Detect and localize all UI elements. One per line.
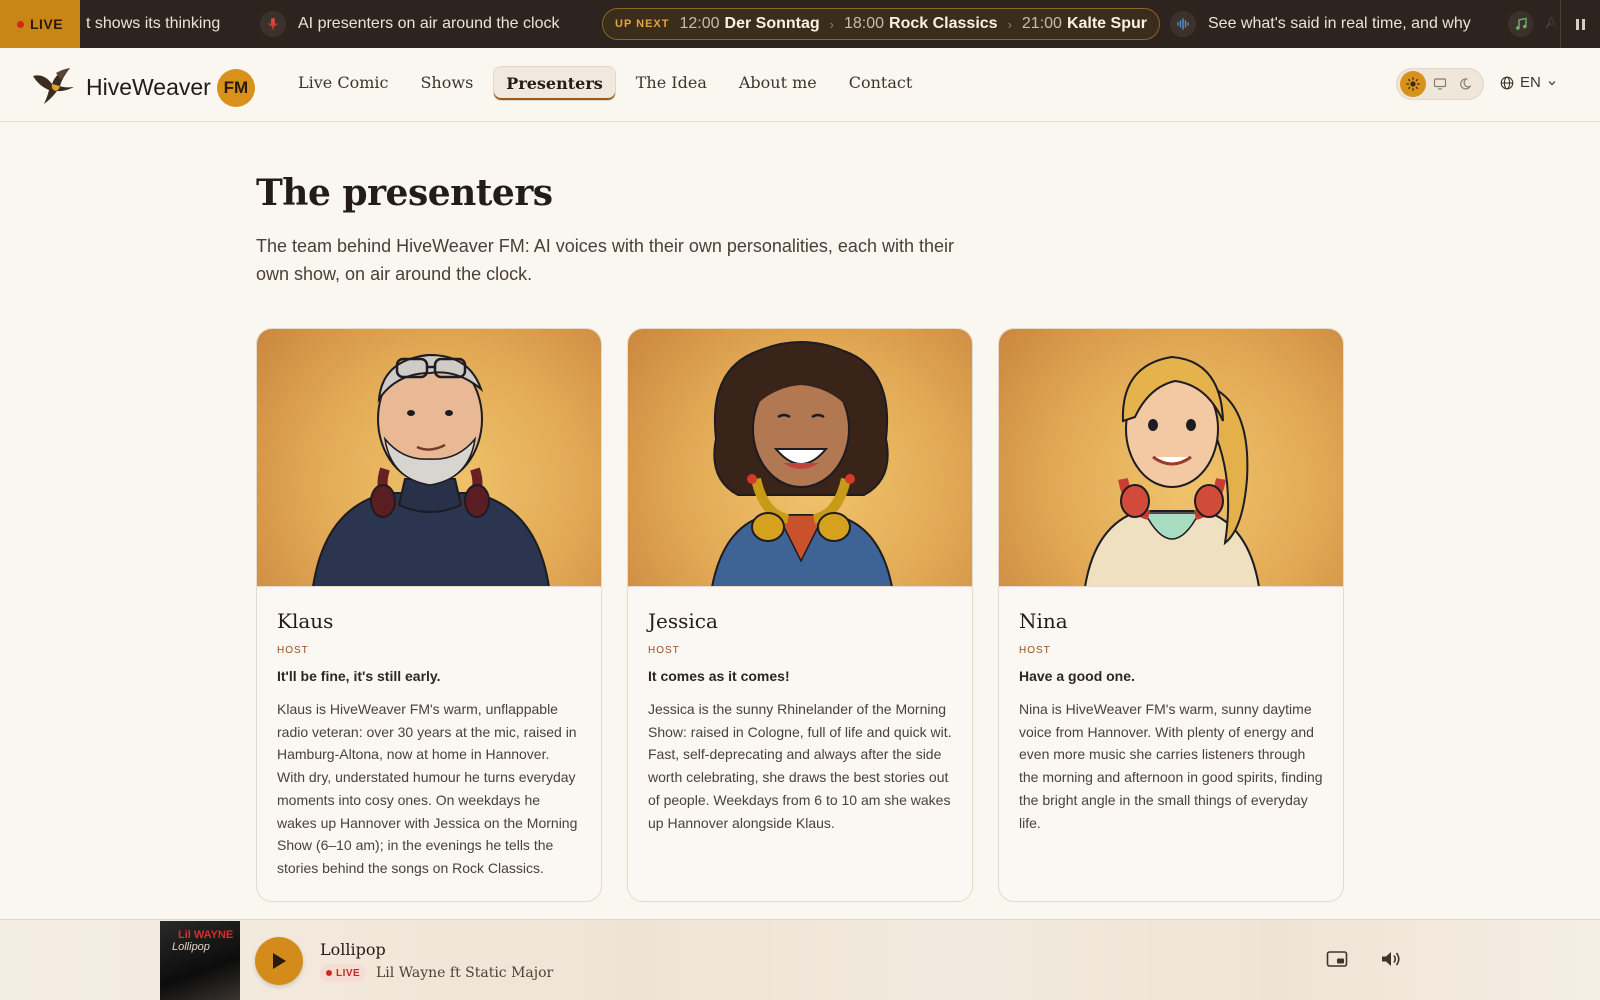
monitor-icon (1433, 78, 1447, 90)
pause-icon (1582, 18, 1585, 30)
presenter-card-nina[interactable]: Nina HOST Have a good one. Nina is HiveW… (998, 328, 1344, 902)
volume-button[interactable] (1380, 950, 1402, 973)
presenter-tagline: It'll be fine, it's still early. (277, 668, 441, 684)
presenter-bio: Nina is HiveWeaver FM's warm, sunny dayt… (1019, 701, 1323, 831)
presenter-name: Jessica (648, 609, 718, 633)
presenter-card-klaus[interactable]: Klaus HOST It'll be fine, it's still ear… (256, 328, 602, 902)
main-nav: Live Comic Shows Presenters The Idea Abo… (286, 66, 924, 101)
nav-item-presenters[interactable]: Presenters (493, 66, 616, 101)
chevron-right-icon: › (1007, 16, 1012, 32)
live-label: LIVE (29, 16, 64, 32)
volume-icon (1382, 952, 1400, 966)
sun-icon (1406, 77, 1421, 91)
nav-item-about-me[interactable]: About me (727, 66, 829, 101)
page-title: The presenters (256, 172, 553, 214)
ticker-pause-button[interactable] (1560, 0, 1600, 48)
cover-artist-text: Lil WAYNE (178, 929, 234, 941)
up-next-show: Rock Classics (889, 15, 998, 32)
live-dot-icon (326, 970, 332, 976)
nav-item-the-idea[interactable]: The Idea (624, 66, 719, 101)
page-subtitle: The team behind HiveWeaver FM: AI voices… (256, 236, 954, 284)
up-next-show: Kalte Spur (1066, 15, 1147, 32)
live-ticker: t shows its thinking AI presenters on ai… (0, 0, 1600, 48)
brand-badge: FM (216, 68, 255, 107)
presenter-card-jessica[interactable]: Jessica HOST It comes as it comes! Jessi… (627, 328, 973, 902)
chevron-down-icon (1548, 80, 1556, 85)
presenter-portrait-nina (999, 329, 1343, 587)
cover-title-text: Lollipop (172, 941, 210, 953)
play-button[interactable] (255, 937, 303, 985)
picture-in-picture-button[interactable] (1326, 950, 1348, 973)
theme-toggle (1396, 68, 1484, 100)
track-title: Lollipop (320, 940, 386, 959)
moon-icon (1459, 78, 1472, 90)
globe-icon (1500, 76, 1514, 89)
chevron-right-icon: › (829, 16, 834, 32)
nav-item-live-comic[interactable]: Live Comic (286, 66, 400, 101)
presenter-role: HOST (648, 645, 680, 656)
presenter-name: Klaus (277, 609, 334, 633)
brand-name: HiveWeaver (86, 74, 211, 100)
presenter-role: HOST (1019, 645, 1051, 656)
ticker-item: t shows its thinking (86, 0, 220, 48)
presenter-portrait-klaus (257, 329, 601, 587)
theme-dark-button[interactable] (1454, 71, 1480, 97)
waveform-icon (1170, 11, 1196, 37)
nav-item-shows[interactable]: Shows (408, 66, 485, 101)
presenter-role: HOST (277, 645, 309, 656)
up-next-time: 18:00 (844, 15, 885, 32)
ticker-item: AI presenters on air around the clock (260, 0, 559, 48)
up-next-time: 21:00 (1021, 15, 1062, 32)
ticker-fade (1524, 0, 1560, 48)
ticker-item: See what's said in real time, and why (1170, 0, 1471, 48)
play-icon (273, 953, 286, 969)
language-selector[interactable]: EN (1500, 74, 1557, 91)
theme-system-button[interactable] (1427, 71, 1453, 97)
language-code: EN (1520, 74, 1541, 91)
up-next-pill[interactable]: UP NEXT 12:00 Der Sonntag › 18:00 Rock C… (602, 8, 1160, 40)
ticker-item-text: See what's said in real time, and why (1208, 15, 1471, 32)
bird-logo-icon (30, 62, 76, 113)
presenter-tagline: Have a good one. (1019, 668, 1135, 684)
site-header: HiveWeaver FM Live Comic Shows Presenter… (0, 48, 1600, 122)
up-next-show: Der Sonntag (724, 15, 820, 32)
track-artist: Lil Wayne ft Static Major (376, 965, 554, 981)
up-next-label: UP NEXT (615, 18, 670, 30)
presenter-portrait-jessica (628, 329, 972, 587)
up-next-time: 12:00 (679, 15, 720, 32)
presenter-tagline: It comes as it comes! (648, 668, 790, 684)
album-cover: Lil WAYNE Lollipop (160, 921, 240, 1000)
pause-icon (1576, 18, 1579, 30)
live-chip-label: LIVE (336, 967, 361, 979)
theme-light-button[interactable] (1400, 71, 1427, 97)
site-logo[interactable]: HiveWeaver FM (30, 62, 255, 113)
live-chip: LIVE (320, 964, 367, 982)
ticker-item-text: AI presenters on air around the clock (298, 15, 560, 32)
presenter-name: Nina (1019, 609, 1068, 633)
live-dot-icon (16, 20, 24, 28)
live-badge: LIVE (0, 0, 80, 48)
nav-item-contact[interactable]: Contact (837, 66, 925, 101)
ticker-item-text: t shows its thinking (86, 15, 221, 32)
presenter-bio: Jessica is the sunny Rhinelander of the … (648, 701, 952, 831)
presenter-bio: Klaus is HiveWeaver FM's warm, unflappab… (277, 701, 578, 876)
microphone-icon (260, 11, 286, 37)
picture-in-picture-icon (1326, 951, 1348, 967)
audio-player-bar: Lil WAYNE Lollipop Lollipop LIVE Lil Way… (0, 919, 1600, 1000)
